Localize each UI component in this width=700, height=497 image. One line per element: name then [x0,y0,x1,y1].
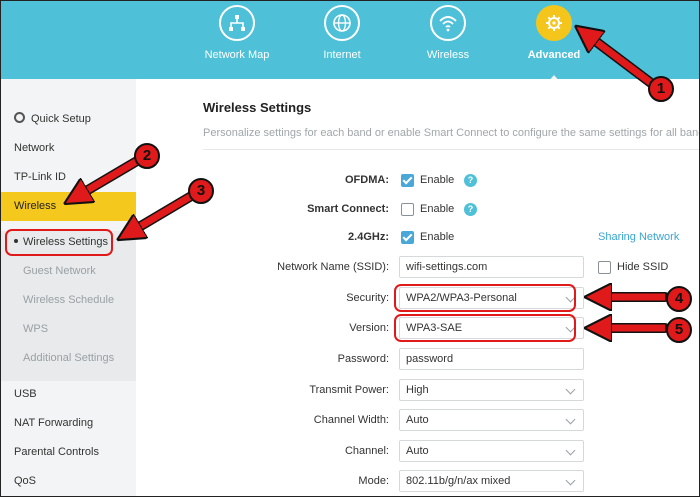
mode-select[interactable]: 802.11b/g/n/ax mixed [399,470,584,492]
chevron-down-icon [565,384,576,395]
ofdma-checkbox[interactable] [401,174,414,187]
sidebar-item-label: Quick Setup [31,113,91,125]
ofdma-option: Enable [420,174,455,186]
nav-label: Network Map [204,49,270,61]
hide-ssid-checkbox[interactable] [598,261,611,274]
sidebar-item-tplink-id[interactable]: TP-Link ID [1,163,136,192]
sidebar-item-label: TP-Link ID [14,171,66,183]
sidebar-item-label: QoS [14,475,37,487]
band-option: Enable [420,231,455,243]
sidebar-item-wps[interactable]: WPS [1,315,136,344]
ssid-input[interactable]: wifi-settings.com [399,256,584,278]
channel-width-value: Auto [406,414,429,426]
nav-wireless[interactable]: Wireless [398,5,498,61]
top-nav: Network Map Internet Wireless Advanced [1,1,699,83]
channel-label: Channel: [344,445,389,457]
hide-ssid-label: Hide SSID [617,261,669,273]
highlight-box-version [394,314,576,342]
network-map-icon [219,5,255,41]
ssid-label: Network Name (SSID): [277,261,389,273]
sidebar-item-parental-controls[interactable]: Parental Controls [1,438,136,467]
nav-network-map[interactable]: Network Map [187,5,287,61]
sidebar: Quick Setup Network TP-Link ID Wireless … [1,79,136,496]
help-icon[interactable]: ? [464,203,477,216]
globe-icon [324,5,360,41]
channel-select[interactable]: Auto [399,440,584,462]
transmit-power-label: Transmit Power: [309,384,389,396]
security-label: Security: [346,292,389,304]
sidebar-item-label: Additional Settings [23,352,115,364]
mode-value: 802.11b/g/n/ax mixed [406,475,511,487]
sidebar-item-qos[interactable]: QoS [1,467,136,496]
highlight-box-wireless-settings [5,229,113,256]
password-label: Password: [337,353,389,365]
gear-icon [536,5,572,41]
router-admin-page: Network Map Internet Wireless Advanced Q… [0,0,700,497]
step-badge-2: 2 [134,143,160,169]
step-badge-4: 4 [666,286,692,312]
highlight-box-security [394,284,576,312]
sidebar-item-label: USB [14,388,37,400]
ofdma-label: OFDMA: [345,174,389,186]
sidebar-item-additional-settings[interactable]: Additional Settings [1,344,136,373]
smart-connect-option: Enable [420,203,455,215]
sidebar-item-label: Wireless [14,200,57,212]
sidebar-item-label: Network [14,142,55,154]
sidebar-item-label: Parental Controls [14,446,99,458]
band-label: 2.4GHz: [348,231,389,243]
main-panel: Wireless Settings Personalize settings f… [136,79,700,496]
nav-label: Internet [323,49,361,61]
step-badge-5: 5 [666,317,692,343]
sidebar-item-quick-setup[interactable]: Quick Setup [1,105,136,134]
smart-connect-checkbox[interactable] [401,203,414,216]
password-value: password [406,353,454,365]
wifi-icon [430,5,466,41]
channel-value: Auto [406,445,429,457]
sidebar-item-nat-forwarding[interactable]: NAT Forwarding [1,409,136,438]
channel-width-label: Channel Width: [313,414,389,426]
smart-connect-label: Smart Connect: [307,203,389,215]
chevron-down-icon [565,445,576,456]
channel-width-select[interactable]: Auto [399,409,584,431]
step-badge-1: 1 [648,76,674,102]
sidebar-item-wireless-schedule[interactable]: Wireless Schedule [1,286,136,315]
nav-advanced[interactable]: Advanced [504,5,604,83]
sidebar-item-label: WPS [23,323,49,335]
chevron-down-icon [565,414,576,425]
mode-label: Mode: [358,475,389,487]
sidebar-item-label: Wireless Schedule [23,294,115,306]
help-icon[interactable]: ? [464,174,477,187]
band-enable-checkbox[interactable] [401,231,414,244]
sidebar-item-label: NAT Forwarding [14,417,94,429]
sidebar-item-network[interactable]: Network [1,134,136,163]
step-badge-3: 3 [188,178,214,204]
sidebar-item-usb[interactable]: USB [1,380,136,409]
sidebar-item-wireless[interactable]: Wireless [1,192,136,221]
version-label: Version: [349,322,389,334]
chevron-down-icon [565,475,576,486]
ssid-value: wifi-settings.com [406,261,488,273]
quick-setup-icon [14,112,25,123]
sidebar-item-label: Guest Network [23,265,96,277]
page-title: Wireless Settings [203,100,312,115]
nav-label: Wireless [426,49,470,61]
transmit-power-value: High [406,384,429,396]
sidebar-item-guest-network[interactable]: Guest Network [1,257,136,286]
sharing-network-link[interactable]: Sharing Network [598,231,679,243]
password-input[interactable]: password [399,348,584,370]
transmit-power-select[interactable]: High [399,379,584,401]
nav-internet[interactable]: Internet [292,5,392,61]
page-description: Personalize settings for each band or en… [203,127,700,139]
divider [203,149,699,150]
nav-label: Advanced [527,49,581,61]
